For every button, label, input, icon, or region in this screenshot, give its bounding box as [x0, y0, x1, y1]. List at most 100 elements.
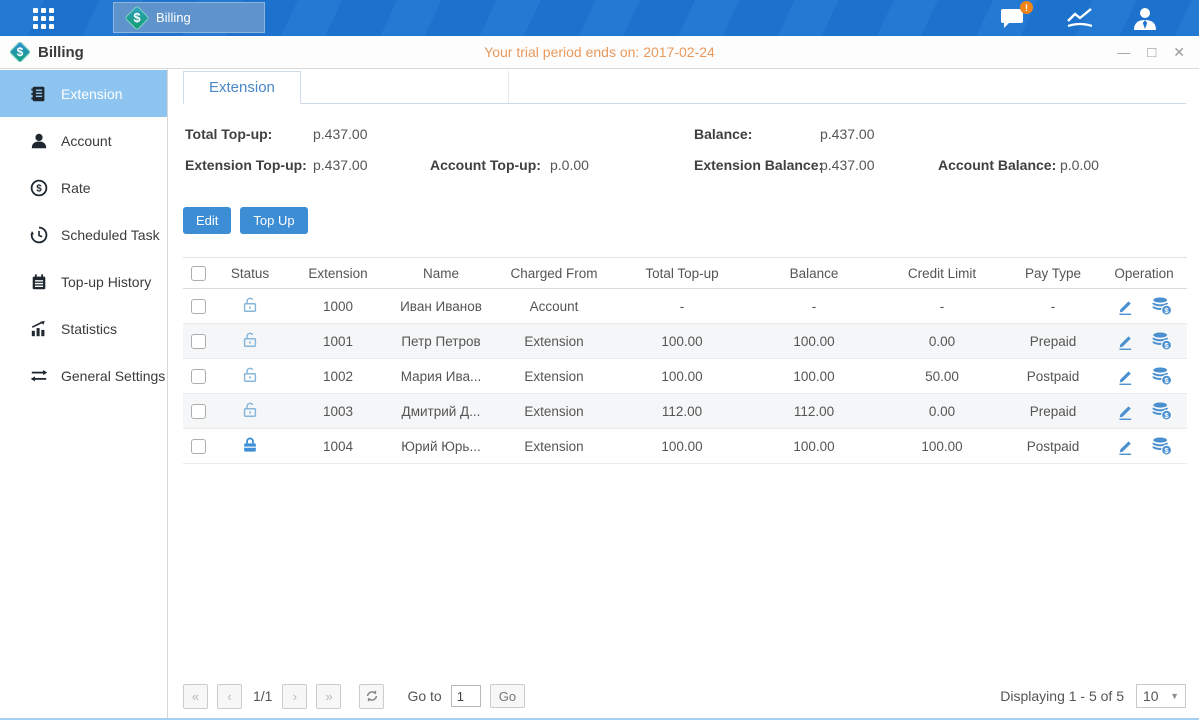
- topup-icon[interactable]: $: [1151, 436, 1173, 456]
- charged-from-cell: Extension: [493, 359, 615, 394]
- extension-balance-label: Extension Balance:: [694, 157, 823, 173]
- first-page-button[interactable]: «: [183, 684, 208, 709]
- window-titlebar: $ Billing Your trial period ends on: 201…: [0, 36, 1199, 69]
- table-row: 1001Петр ПетровExtension100.00100.000.00…: [183, 324, 1187, 359]
- pay-type-cell: Prepaid: [1005, 394, 1101, 429]
- name-cell: Дмитрий Д...: [389, 394, 493, 429]
- close-button[interactable]: ✕: [1173, 44, 1185, 61]
- app-grid-icon[interactable]: [33, 8, 73, 29]
- col-total-topup: Total Top-up: [615, 258, 749, 289]
- col-status: Status: [213, 258, 287, 289]
- edit-icon[interactable]: [1116, 402, 1135, 421]
- credit-limit-cell: 100.00: [879, 429, 1005, 464]
- main-content: Extension Total Top-up: p.437.00 Balance…: [168, 69, 1199, 718]
- extension-cell: 1002: [287, 359, 389, 394]
- balance-summary: Total Top-up: p.437.00 Balance: p.437.00…: [183, 121, 1186, 183]
- status-cell: [213, 394, 287, 429]
- svg-text:$: $: [1164, 446, 1169, 455]
- sidebar-item-topup-history[interactable]: Top-up History: [0, 258, 167, 305]
- row-checkbox[interactable]: [191, 334, 206, 349]
- billing-title-icon: $: [10, 42, 30, 62]
- taskbar-billing-tab[interactable]: $ Billing: [113, 2, 265, 33]
- sidebar-item-general-settings[interactable]: General Settings: [0, 352, 167, 399]
- notepad-icon: [30, 273, 48, 291]
- balance-label: Balance:: [694, 126, 752, 142]
- unlocked-icon: [240, 365, 260, 385]
- user-account-icon[interactable]: [1131, 6, 1159, 30]
- sidebar-item-rate[interactable]: $ Rate: [0, 164, 167, 211]
- refresh-button[interactable]: [359, 684, 384, 709]
- name-cell: Юрий Юрь...: [389, 429, 493, 464]
- topup-icon[interactable]: $: [1151, 331, 1173, 351]
- name-cell: Петр Петров: [389, 324, 493, 359]
- balance-cell: 112.00: [749, 394, 879, 429]
- sidebar-item-label: Rate: [61, 180, 91, 196]
- tab-extension[interactable]: Extension: [183, 71, 301, 104]
- sidebar-item-scheduled-task[interactable]: Scheduled Task: [0, 211, 167, 258]
- col-extension: Extension: [287, 258, 389, 289]
- notifications-icon[interactable]: !: [999, 6, 1027, 30]
- next-page-button[interactable]: ›: [282, 684, 307, 709]
- monitor-chart-icon[interactable]: [1065, 6, 1093, 30]
- sidebar-item-statistics[interactable]: Statistics: [0, 305, 167, 352]
- sidebar-item-account[interactable]: Account: [0, 117, 167, 164]
- row-checkbox[interactable]: [191, 439, 206, 454]
- taskbar: $ Billing !: [0, 0, 1199, 36]
- pay-type-cell: Postpaid: [1005, 359, 1101, 394]
- table-header-row: Status Extension Name Charged From Total…: [183, 258, 1187, 289]
- sidebar-item-label: Top-up History: [61, 274, 151, 290]
- charged-from-cell: Extension: [493, 324, 615, 359]
- total-topup-cell: 100.00: [615, 429, 749, 464]
- edit-icon[interactable]: [1116, 437, 1135, 456]
- last-page-button[interactable]: »: [316, 684, 341, 709]
- table-row: 1004Юрий Юрь...Extension100.00100.00100.…: [183, 429, 1187, 464]
- pay-type-cell: -: [1005, 289, 1101, 324]
- dollar-circle-icon: $: [30, 179, 48, 197]
- row-checkbox[interactable]: [191, 369, 206, 384]
- col-credit-limit: Credit Limit: [879, 258, 1005, 289]
- topup-icon[interactable]: $: [1151, 366, 1173, 386]
- row-checkbox[interactable]: [191, 404, 206, 419]
- select-all-checkbox[interactable]: [191, 266, 206, 281]
- topup-button[interactable]: Top Up: [240, 207, 307, 234]
- name-cell: Иван Иванов: [389, 289, 493, 324]
- account-topup-label: Account Top-up:: [430, 157, 541, 173]
- table-row: 1000Иван ИвановAccount---- $: [183, 289, 1187, 324]
- total-topup-cell: 100.00: [615, 359, 749, 394]
- topup-icon[interactable]: $: [1151, 401, 1173, 421]
- page-size-select[interactable]: 10 ▼: [1136, 684, 1186, 708]
- sidebar-item-label: Extension: [61, 86, 122, 102]
- go-button[interactable]: Go: [490, 684, 525, 708]
- page-indicator: 1/1: [253, 688, 272, 704]
- total-topup-cell: -: [615, 289, 749, 324]
- charged-from-cell: Extension: [493, 394, 615, 429]
- col-name: Name: [389, 258, 493, 289]
- col-pay-type: Pay Type: [1005, 258, 1101, 289]
- operation-cell: $: [1101, 436, 1187, 456]
- maximize-button[interactable]: □: [1147, 44, 1156, 61]
- extension-balance-value: p.437.00: [820, 157, 875, 173]
- prev-page-button[interactable]: ‹: [217, 684, 242, 709]
- goto-page-input[interactable]: [451, 685, 481, 707]
- refresh-icon: [365, 689, 379, 703]
- chevron-down-icon: ▼: [1170, 691, 1179, 701]
- credit-limit-cell: 50.00: [879, 359, 1005, 394]
- topup-icon[interactable]: $: [1151, 296, 1173, 316]
- edit-icon[interactable]: [1116, 332, 1135, 351]
- unlocked-icon: [240, 330, 260, 350]
- row-checkbox[interactable]: [191, 299, 206, 314]
- balance-cell: 100.00: [749, 359, 879, 394]
- edit-icon[interactable]: [1116, 297, 1135, 316]
- minimize-button[interactable]: —: [1117, 45, 1130, 60]
- edit-button[interactable]: Edit: [183, 207, 231, 234]
- status-cell: [213, 289, 287, 324]
- col-operation: Operation: [1101, 258, 1187, 289]
- balance-value: p.437.00: [820, 126, 875, 142]
- extension-topup-label: Extension Top-up:: [185, 157, 307, 173]
- edit-icon[interactable]: [1116, 367, 1135, 386]
- svg-text:$: $: [1164, 341, 1169, 350]
- sidebar-item-extension[interactable]: Extension: [0, 70, 167, 117]
- charged-from-cell: Account: [493, 289, 615, 324]
- sidebar-item-label: Statistics: [61, 321, 117, 337]
- credit-limit-cell: 0.00: [879, 324, 1005, 359]
